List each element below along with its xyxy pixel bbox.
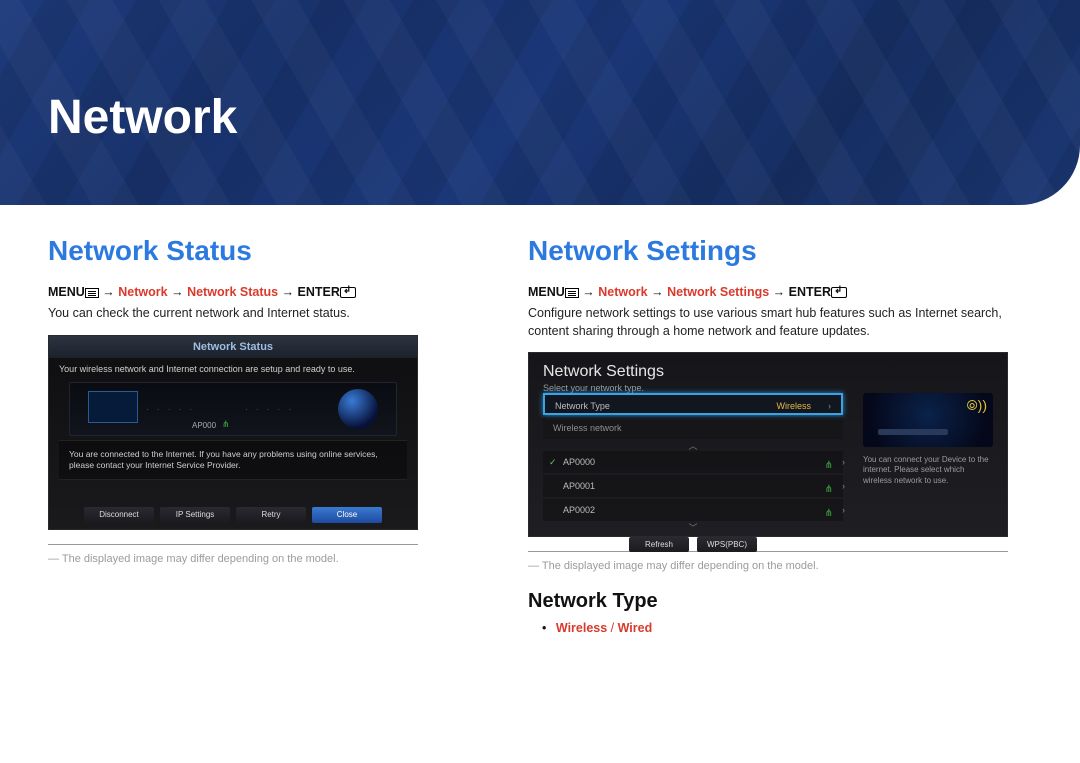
wifi-list-item[interactable]: ✓ AP0000 ⋔ ›: [543, 451, 843, 473]
globe-icon: [338, 389, 378, 429]
network-status-disclaimer: ― The displayed image may differ dependi…: [48, 553, 488, 565]
option-wireless: Wireless: [556, 621, 607, 635]
close-button[interactable]: Close: [312, 507, 382, 523]
network-settings-heading: Network Settings: [528, 235, 1032, 267]
wifi-item-name: AP0001: [563, 481, 595, 491]
network-status-screenshot: Network Status Your wireless network and…: [48, 335, 418, 530]
wifi-signal-icon: ⋔: [825, 479, 833, 501]
ss2-button-row: Refresh WPS(PBC): [543, 537, 843, 552]
bullet-icon: •: [542, 621, 546, 635]
chevron-right-icon: ›: [828, 395, 831, 417]
network-settings-section: Network Settings MENU → Network → Networ…: [528, 235, 1032, 635]
nav-menu-label: MENU: [528, 285, 565, 299]
connection-dots: · · · · ·: [146, 405, 195, 414]
wifi-item-name: AP0002: [563, 505, 595, 515]
network-status-desc: You can check the current network and In…: [48, 305, 488, 323]
wireless-list-header: Wireless network: [543, 417, 843, 439]
nav-arrow: →: [651, 285, 667, 299]
nav-arrow: →: [282, 285, 298, 299]
manual-page: Network Network Status MENU → Network → …: [0, 0, 1080, 763]
retry-button[interactable]: Retry: [236, 507, 306, 523]
chevron-right-icon: ›: [842, 499, 845, 521]
nav-path-network-status: Network Status: [187, 285, 278, 299]
ss2-right-pane: ⦾)) You can connect your Device to the i…: [863, 393, 993, 486]
scroll-up-icon[interactable]: ︿: [543, 441, 843, 451]
wifi-list-item[interactable]: AP0001 ⋔ ›: [543, 475, 843, 497]
menu-icon: [565, 288, 579, 298]
chapter-banner: Network: [0, 0, 1080, 205]
refresh-button[interactable]: Refresh: [629, 537, 689, 552]
network-type-options: • Wireless / Wired: [528, 621, 1032, 635]
wifi-signal-icon: ⋔: [222, 419, 230, 430]
wifi-item-name: AP0000: [563, 457, 595, 467]
option-separator: /: [607, 621, 617, 635]
network-settings-navpath: MENU → Network → Network Settings → ENTE…: [528, 285, 1032, 299]
connection-dots: · · · · ·: [245, 405, 294, 414]
nav-enter-label: ENTER: [298, 285, 340, 299]
chevron-right-icon: ›: [842, 451, 845, 473]
wifi-list-item[interactable]: AP0002 ⋔ ›: [543, 499, 843, 521]
divider: [48, 544, 418, 545]
ss2-left-pane: Network Type Wireless › Wireless network…: [543, 393, 843, 552]
device-bar-icon: [878, 429, 948, 435]
content-area: Network Status MENU → Network → Network …: [0, 205, 1080, 635]
nav-arrow: →: [102, 285, 118, 299]
option-wired: Wired: [618, 621, 653, 635]
ap-label: AP000: [192, 421, 216, 430]
wifi-waves-icon: ⦾)): [966, 397, 987, 414]
ss2-info-text: You can connect your Device to the inter…: [863, 455, 993, 486]
enter-icon: [831, 287, 847, 298]
enter-icon: [340, 287, 356, 298]
ss1-diagram: · · · · · AP000 ⋔ · · · · ·: [69, 382, 397, 436]
wps-button[interactable]: WPS(PBC): [697, 537, 757, 552]
network-status-navpath: MENU → Network → Network Status → ENTER: [48, 285, 488, 299]
nav-arrow: →: [582, 285, 598, 299]
check-icon: ✓: [549, 451, 557, 473]
network-settings-screenshot: Network Settings Select your network typ…: [528, 352, 1008, 537]
device-preview: ⦾)): [863, 393, 993, 447]
nav-path-network: Network: [118, 285, 167, 299]
ss1-button-row: Disconnect IP Settings Retry Close: [49, 507, 417, 523]
nav-arrow: →: [171, 285, 187, 299]
nav-arrow: →: [773, 285, 789, 299]
network-settings-disclaimer: ― The displayed image may differ dependi…: [528, 560, 1032, 572]
ss2-subtitle: Select your network type.: [543, 383, 993, 393]
nav-menu-label: MENU: [48, 285, 85, 299]
network-type-row[interactable]: Network Type Wireless ›: [543, 393, 843, 415]
chapter-title: Network: [48, 90, 237, 145]
nav-path-network: Network: [598, 285, 647, 299]
menu-icon: [85, 288, 99, 298]
wireless-list-header-label: Wireless network: [553, 423, 622, 433]
ss1-connected-message: You are connected to the Internet. If yo…: [59, 440, 407, 480]
ss2-title: Network Settings: [543, 363, 993, 381]
chevron-right-icon: ›: [842, 475, 845, 497]
network-status-heading: Network Status: [48, 235, 488, 267]
scroll-down-icon[interactable]: ﹀: [543, 523, 843, 533]
network-settings-desc: Configure network settings to use variou…: [528, 305, 1032, 340]
network-type-heading: Network Type: [528, 590, 1032, 613]
wifi-signal-icon: ⋔: [825, 455, 833, 477]
nav-enter-label: ENTER: [789, 285, 831, 299]
wifi-signal-icon: ⋔: [825, 503, 833, 525]
tv-icon: [88, 391, 138, 423]
ss1-title: Network Status: [49, 336, 417, 358]
ss1-ready-message: Your wireless network and Internet conne…: [49, 358, 417, 380]
network-status-section: Network Status MENU → Network → Network …: [48, 235, 488, 635]
network-type-value: Wireless: [776, 395, 811, 417]
ip-settings-button[interactable]: IP Settings: [160, 507, 230, 523]
disconnect-button[interactable]: Disconnect: [84, 507, 154, 523]
network-type-label: Network Type: [555, 401, 610, 411]
nav-path-network-settings: Network Settings: [667, 285, 769, 299]
